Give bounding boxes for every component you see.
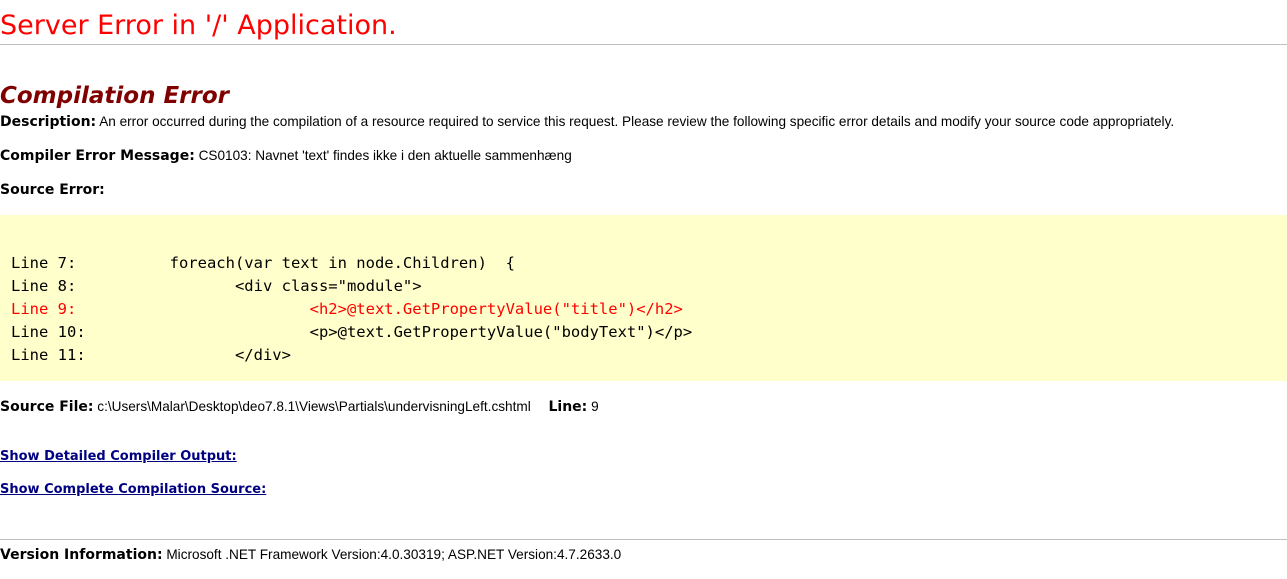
description: Description: An error occurred during th… <box>0 114 1174 130</box>
version-label: Version Information: <box>0 547 163 563</box>
version-text: Microsoft .NET Framework Version:4.0.303… <box>166 547 622 562</box>
source-file-info: Source File: c:\Users\Malar\Desktop\deo7… <box>0 399 599 415</box>
compiler-error-label: Compiler Error Message: <box>0 148 195 164</box>
code-line: Line 10: <p>@text.GetPropertyValue("body… <box>11 323 693 341</box>
source-file-label: Source File: <box>0 399 94 415</box>
description-text: An error occurred during the compilation… <box>99 114 1175 129</box>
show-complete-compilation-source-link[interactable]: Show Complete Compilation Source: <box>0 482 266 497</box>
show-detailed-compiler-output-link[interactable]: Show Detailed Compiler Output: <box>0 449 237 464</box>
source-error-heading: Source Error: <box>0 182 105 198</box>
bottom-divider <box>0 539 1287 540</box>
version-information: Version Information: Microsoft .NET Fram… <box>0 547 621 563</box>
source-line-label: Line: <box>548 399 588 415</box>
source-line-number: 9 <box>591 399 599 414</box>
code-line: Line 11: </div> <box>11 346 291 364</box>
compiler-error-message: Compiler Error Message: CS0103: Navnet '… <box>0 148 572 164</box>
source-code-box: Line 7: foreach(var text in node.Childre… <box>0 215 1287 381</box>
top-divider <box>0 44 1287 45</box>
source-file-path: c:\Users\Malar\Desktop\deo7.8.1\Views\Pa… <box>97 399 531 414</box>
section-title: Compilation Error <box>0 83 230 110</box>
compiler-error-text: CS0103: Navnet 'text' findes ikke i den … <box>198 148 572 163</box>
page-title: Server Error in '/' Application. <box>0 10 397 42</box>
description-label: Description: <box>0 114 97 130</box>
code-line: Line 7: foreach(var text in node.Childre… <box>11 254 515 272</box>
code-line-error: Line 9: <h2>@text.GetPropertyValue("titl… <box>11 300 683 318</box>
code-line: Line 8: <div class="module"> <box>11 277 422 295</box>
source-error-label: Source Error: <box>0 182 105 198</box>
